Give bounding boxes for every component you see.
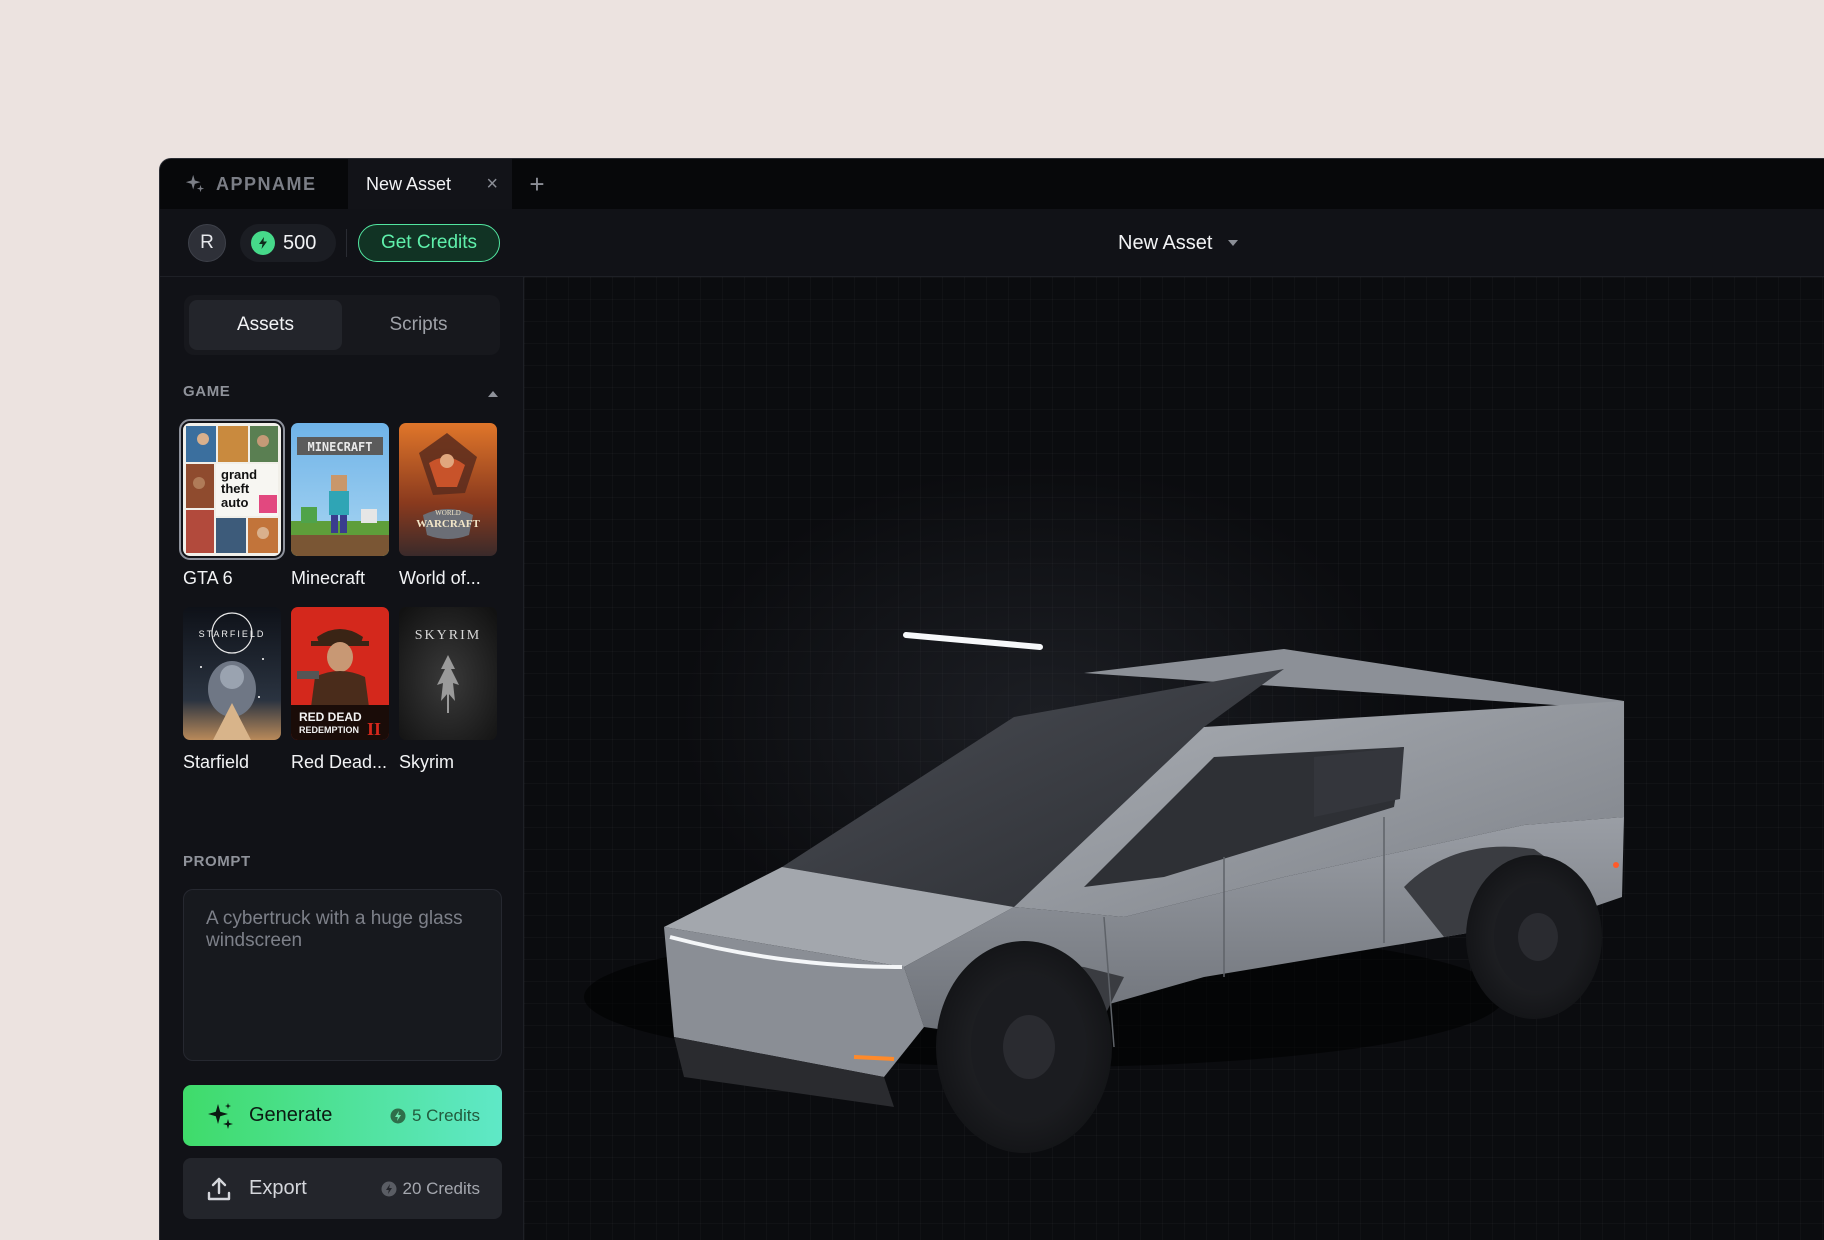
- game-name: World of...: [399, 568, 481, 588]
- chevron-down-icon: [1228, 240, 1239, 246]
- tab-label: New Asset: [366, 173, 452, 194]
- svg-text:WARCRAFT: WARCRAFT: [416, 518, 480, 530]
- export-cost-label: 20 Credits: [402, 1178, 480, 1198]
- game-section-label: GAME: [183, 383, 231, 400]
- generate-cost: 5 Credits: [390, 1106, 480, 1126]
- credits-count: 500: [283, 231, 317, 254]
- game-grid: grand theft auto GTA 6 MINECRAFT Minecra…: [179, 419, 503, 773]
- svg-text:II: II: [367, 719, 381, 739]
- segmented-control: Assets Scripts: [184, 295, 500, 355]
- export-label: Export: [249, 1177, 307, 1199]
- bolt-icon: [381, 1181, 397, 1196]
- prompt-box: [183, 889, 502, 1061]
- avatar[interactable]: R: [188, 224, 226, 262]
- app-brand: APPNAME: [160, 159, 348, 209]
- game-name: Red Dead...: [291, 752, 388, 772]
- add-tab-icon[interactable]: +: [512, 159, 562, 209]
- cybertruck-model[interactable]: [524, 277, 1824, 1240]
- game-item-gta6[interactable]: grand theft auto GTA 6: [179, 419, 285, 589]
- tab-scripts[interactable]: Scripts: [342, 300, 495, 350]
- sparkle-icon: [185, 174, 205, 193]
- game-name: GTA 6: [183, 568, 233, 588]
- svg-text:theft: theft: [221, 481, 250, 496]
- close-icon[interactable]: ×: [486, 174, 498, 194]
- toolbar: R 500 Get Credits New Asset: [160, 209, 1824, 277]
- generate-label: Generate: [249, 1104, 333, 1126]
- chevron-up-icon[interactable]: [488, 391, 498, 397]
- asset-title: New Asset: [1118, 231, 1213, 254]
- game-cover-skyrim[interactable]: SKYRIM: [399, 607, 497, 740]
- svg-text:RED DEAD: RED DEAD: [299, 710, 362, 724]
- bolt-icon: [390, 1108, 406, 1123]
- game-name: Skyrim: [399, 752, 454, 772]
- app-name: APPNAME: [216, 173, 317, 194]
- asset-title-dropdown[interactable]: New Asset: [1118, 209, 1239, 277]
- game-item-world-of-warcraft[interactable]: WARCRAFT WORLD World of...: [399, 423, 497, 589]
- tab-bar: APPNAME New Asset × +: [160, 159, 1824, 209]
- get-credits-button[interactable]: Get Credits: [358, 224, 500, 262]
- sidebar: Assets Scripts GAME grand theft auto GTA…: [160, 277, 524, 1240]
- prompt-input[interactable]: [206, 908, 479, 1042]
- prompt-section-label: PROMPT: [183, 853, 251, 870]
- game-name: Starfield: [183, 752, 250, 772]
- svg-text:grand: grand: [221, 467, 257, 482]
- game-item-skyrim[interactable]: SKYRIM Skyrim: [399, 607, 497, 773]
- game-item-minecraft[interactable]: MINECRAFT Minecraft: [291, 423, 389, 589]
- tab-assets[interactable]: Assets: [189, 300, 342, 350]
- bolt-icon: [251, 231, 275, 255]
- 3d-viewport[interactable]: [524, 277, 1824, 1240]
- tab-new-asset[interactable]: New Asset ×: [348, 159, 512, 209]
- sparkle-icon: [208, 1102, 233, 1129]
- generate-button[interactable]: Generate 5 Credits: [183, 1085, 502, 1146]
- game-cover-red-dead[interactable]: RED DEAD REDEMPTION II: [291, 607, 389, 740]
- svg-text:MINECRAFT: MINECRAFT: [307, 440, 372, 454]
- game-cover-starfield[interactable]: STARFIELD: [183, 607, 281, 740]
- export-button[interactable]: Export 20 Credits: [183, 1158, 502, 1219]
- export-cost: 20 Credits: [381, 1179, 480, 1199]
- svg-text:SKYRIM: SKYRIM: [415, 628, 481, 643]
- svg-text:STARFIELD: STARFIELD: [199, 629, 266, 639]
- game-cover-minecraft[interactable]: MINECRAFT: [291, 423, 389, 556]
- game-cover-gta6[interactable]: grand theft auto: [179, 419, 285, 560]
- svg-text:auto: auto: [221, 495, 249, 510]
- credits-balance: 500: [240, 224, 336, 262]
- generate-cost-label: 5 Credits: [411, 1105, 480, 1125]
- game-item-red-dead[interactable]: RED DEAD REDEMPTION II Red Dead...: [291, 607, 389, 773]
- game-item-starfield[interactable]: STARFIELD Starfield: [183, 607, 281, 773]
- game-name: Minecraft: [291, 568, 366, 588]
- svg-text:WORLD: WORLD: [435, 509, 461, 517]
- toolbar-divider: [346, 229, 347, 257]
- game-cover-world-of-warcraft[interactable]: WARCRAFT WORLD: [399, 423, 497, 556]
- app-window: APPNAME New Asset × + R 500 Get Credits …: [159, 158, 1824, 1240]
- upload-icon: [207, 1177, 231, 1200]
- svg-text:REDEMPTION: REDEMPTION: [299, 725, 359, 735]
